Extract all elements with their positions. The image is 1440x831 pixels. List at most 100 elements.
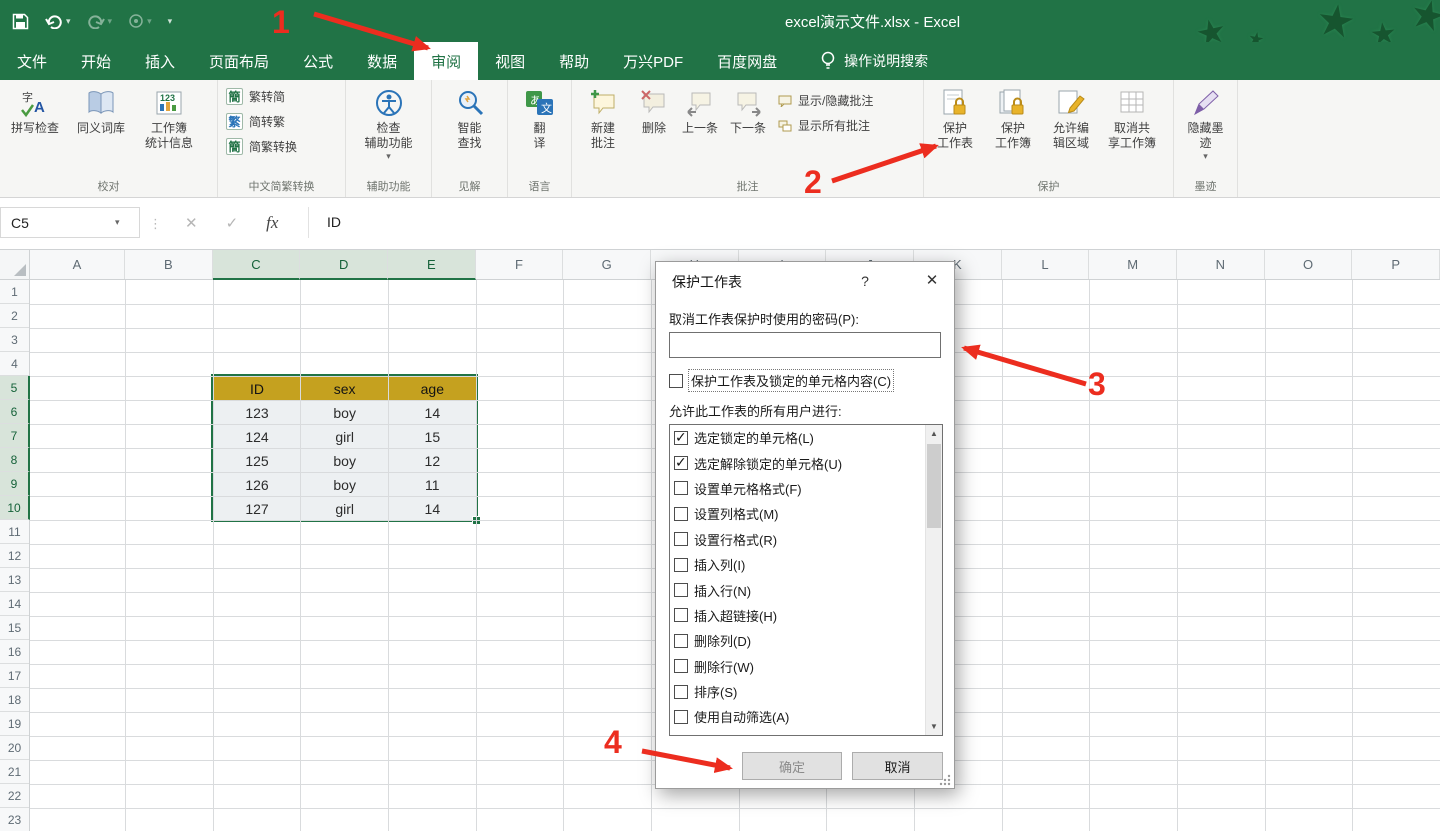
row-header-21[interactable]: 21 [0, 760, 29, 784]
smart-lookup-button[interactable]: 智能 查找 [439, 82, 501, 151]
table-cell[interactable]: 15 [389, 425, 477, 449]
column-header-O[interactable]: O [1265, 250, 1353, 279]
tab-视图[interactable]: 视图 [478, 42, 542, 80]
row-header-5[interactable]: 5 [0, 376, 30, 400]
column-header-M[interactable]: M [1089, 250, 1177, 279]
permissions-listbox[interactable]: 选定锁定的单元格(L)选定解除锁定的单元格(U)设置单元格格式(F)设置列格式(… [669, 424, 943, 736]
resize-grip[interactable] [939, 773, 952, 786]
ok-button[interactable]: 确定 [742, 752, 842, 780]
table-cell[interactable]: 14 [389, 401, 477, 425]
checkbox-icon[interactable] [674, 583, 688, 597]
permission-option[interactable]: 排序(S) [670, 679, 925, 704]
permission-option[interactable]: 插入列(I) [670, 552, 925, 577]
tab-开始[interactable]: 开始 [64, 42, 128, 80]
checkbox-icon[interactable] [674, 634, 688, 648]
hide-ink-button[interactable]: 隐藏墨 迹 ▾ [1177, 82, 1235, 162]
checkbox-icon[interactable] [674, 481, 688, 495]
row-header-18[interactable]: 18 [0, 688, 29, 712]
column-header-E[interactable]: E [388, 250, 476, 280]
row-header-15[interactable]: 15 [0, 616, 29, 640]
show-hide-comments-button[interactable]: 显示/隐藏批注 [772, 88, 879, 113]
tab-百度网盘[interactable]: 百度网盘 [700, 42, 794, 80]
column-header-C[interactable]: C [213, 250, 301, 280]
column-header-F[interactable]: F [476, 250, 564, 279]
workbook-stats-button[interactable]: 123 工作簿 统计信息 [134, 82, 204, 151]
close-button[interactable]: ✕ [916, 268, 948, 294]
checkbox-icon[interactable] [674, 659, 688, 673]
convert-chinese-button[interactable]: 簡 简繁转换 [220, 134, 303, 159]
row-header-23[interactable]: 23 [0, 808, 29, 831]
table-cell[interactable]: girl [301, 425, 389, 449]
insert-function-button[interactable]: fx [266, 213, 278, 233]
customize-qat-button[interactable]: ▾ [168, 16, 173, 27]
permission-option[interactable]: 删除行(W) [670, 654, 925, 679]
permission-option[interactable]: 删除列(D) [670, 628, 925, 653]
unshare-workbook-button[interactable]: 取消共 享工作簿 [1100, 82, 1164, 151]
row-header-20[interactable]: 20 [0, 736, 29, 760]
tab-插入[interactable]: 插入 [128, 42, 192, 80]
delete-comment-button[interactable]: 删除 [632, 82, 676, 136]
translate-button[interactable]: あ文 翻 译 [513, 82, 567, 151]
scrollbar[interactable]: ▲ ▼ [925, 425, 942, 735]
column-header-A[interactable]: A [30, 250, 125, 279]
tab-审阅[interactable]: 审阅 [414, 42, 478, 80]
confirm-entry-icon[interactable]: ✓ [226, 214, 239, 232]
scroll-up-icon[interactable]: ▲ [926, 425, 942, 442]
row-header-9[interactable]: 9 [0, 472, 30, 496]
show-all-comments-button[interactable]: 显示所有批注 [772, 113, 879, 138]
checkbox-icon[interactable] [674, 532, 688, 546]
checkbox-icon[interactable] [674, 710, 688, 724]
column-header-B[interactable]: B [125, 250, 213, 279]
name-box-input[interactable] [1, 214, 115, 232]
tell-me-search[interactable]: 操作说明搜索 [820, 42, 928, 80]
tab-公式[interactable]: 公式 [286, 42, 350, 80]
formula-content[interactable]: ID [327, 207, 341, 238]
row-header-19[interactable]: 19 [0, 712, 29, 736]
table-cell[interactable]: 11 [389, 473, 477, 497]
table-cell[interactable]: 12 [389, 449, 477, 473]
table-header-cell[interactable]: age [389, 377, 477, 401]
row-header-7[interactable]: 7 [0, 424, 30, 448]
row-header-12[interactable]: 12 [0, 544, 29, 568]
permission-option[interactable]: 使用自动筛选(A) [670, 704, 925, 729]
table-cell[interactable]: 14 [389, 497, 477, 521]
save-button[interactable] [12, 13, 29, 30]
protect-workbook-button[interactable]: 保护 工作簿 [984, 82, 1042, 151]
table-header-cell[interactable]: sex [301, 377, 389, 401]
table-cell[interactable]: boy [301, 473, 389, 497]
checkbox-icon[interactable] [669, 374, 683, 388]
cancel-button[interactable]: 取消 [852, 752, 943, 780]
permission-option[interactable]: 选定锁定的单元格(L) [670, 425, 925, 450]
column-header-D[interactable]: D [300, 250, 388, 280]
simplified-to-traditional-button[interactable]: 繁 简转繁 [220, 109, 303, 134]
permission-option[interactable]: 插入行(N) [670, 577, 925, 602]
row-header-17[interactable]: 17 [0, 664, 29, 688]
tab-帮助[interactable]: 帮助 [542, 42, 606, 80]
table-cell[interactable]: 124 [214, 425, 302, 449]
column-header-N[interactable]: N [1177, 250, 1265, 279]
column-header-P[interactable]: P [1352, 250, 1440, 279]
new-comment-button[interactable]: 新建 批注 [574, 82, 632, 151]
row-header-14[interactable]: 14 [0, 592, 29, 616]
checkbox-icon[interactable] [674, 685, 688, 699]
undo-button[interactable]: ▾ [45, 13, 71, 29]
check-accessibility-button[interactable]: 检查 辅助功能 ▾ [353, 82, 425, 162]
checkbox-icon[interactable] [674, 456, 688, 470]
row-header-13[interactable]: 13 [0, 568, 29, 592]
tab-页面布局[interactable]: 页面布局 [192, 42, 286, 80]
checkbox-icon[interactable] [674, 608, 688, 622]
cancel-entry-icon[interactable]: ✕ [185, 214, 198, 232]
next-comment-button[interactable]: 下一条 [724, 82, 772, 136]
column-header-L[interactable]: L [1002, 250, 1090, 279]
permission-option[interactable]: 设置行格式(R) [670, 527, 925, 552]
redo-button[interactable]: ▾ [87, 13, 113, 29]
row-header-22[interactable]: 22 [0, 784, 29, 808]
scroll-down-icon[interactable]: ▼ [926, 718, 942, 735]
row-header-4[interactable]: 4 [0, 352, 29, 376]
permission-option[interactable]: 插入超链接(H) [670, 603, 925, 628]
touch-mode-button[interactable]: ▾ [128, 13, 152, 29]
protect-sheet-button[interactable]: 保护 工作表 [926, 82, 984, 151]
table-cell[interactable]: 123 [214, 401, 302, 425]
protect-contents-checkbox-row[interactable]: 保护工作表及锁定的单元格内容(C) [669, 370, 893, 391]
spell-check-button[interactable]: 字A 拼写检查 [2, 82, 68, 136]
